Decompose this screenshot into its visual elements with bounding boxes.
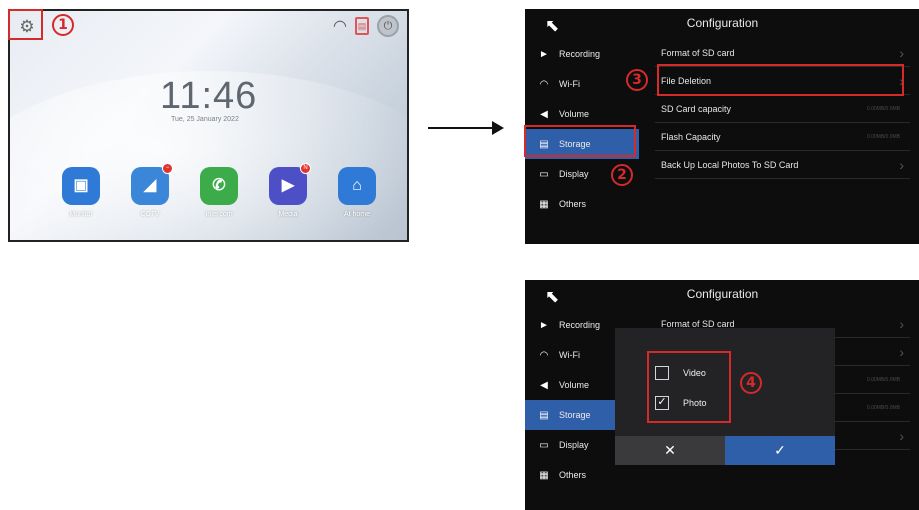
- sidebar-item-recording[interactable]: ► Recording: [525, 39, 639, 69]
- home-icon: ⌂: [338, 167, 376, 205]
- chevron-right-icon: ›: [899, 156, 904, 173]
- sidebar-item-label: Others: [559, 470, 587, 480]
- sidebar-item-label: Wi-Fi: [559, 350, 580, 360]
- clock-date: Tue, 25 January 2022: [171, 116, 239, 123]
- phone-icon: ✆: [200, 167, 238, 205]
- highlight-file-deletion: [657, 64, 904, 96]
- app-monitor[interactable]: ▣ Monitor: [58, 167, 104, 218]
- display-icon: ▭: [539, 439, 549, 451]
- sidebar-item-label: Recording: [559, 320, 601, 330]
- volume-icon: ◀: [540, 108, 548, 120]
- capacity-value: 0.00MB/0.0MB: [866, 105, 900, 112]
- app-label: Monitor: [69, 211, 93, 218]
- step-marker-1: 1: [52, 14, 74, 36]
- page-title: Configuration: [686, 16, 759, 30]
- sidebar-item-label: Wi-Fi: [559, 79, 580, 89]
- step-marker-4: 4: [740, 372, 762, 394]
- app-media[interactable]: ▶ N Media: [265, 163, 311, 218]
- sidebar-item-label: Display: [559, 169, 589, 179]
- sidebar-item-label: Volume: [559, 380, 590, 390]
- highlight-storage: [524, 125, 636, 157]
- capacity-value: 0.00MB/0.0MB: [866, 376, 900, 383]
- highlight-gear: [8, 9, 43, 40]
- power-icon[interactable]: ⏻: [377, 15, 399, 37]
- app-label: Media: [278, 211, 298, 218]
- status-icons: ◠ ▤ ⏻: [333, 15, 399, 37]
- app-dock: ▣ Monitor ◢ − CCTV ✆ Intercom ▶ N Media …: [58, 163, 380, 218]
- sidebar-item-wifi[interactable]: ◠ Wi-Fi: [525, 69, 639, 99]
- flow-arrow: [428, 121, 504, 135]
- wifi-icon: ◠: [539, 78, 549, 90]
- confirm-button[interactable]: ✓: [725, 436, 835, 465]
- sidebar-item-label: Storage: [559, 410, 591, 420]
- page-title: Configuration: [686, 287, 759, 301]
- chevron-right-icon: ›: [899, 315, 904, 332]
- cancel-button[interactable]: ✕: [615, 436, 725, 465]
- sidebar-item-others[interactable]: ▦ Others: [525, 189, 639, 219]
- notification-badge: N: [300, 163, 311, 174]
- storage-settings-list: Format of SD card › File Deletion › SD Car…: [655, 39, 910, 179]
- capacity-value: 0.00MB/0.0MB: [866, 404, 900, 411]
- step-marker-2: 2: [611, 164, 633, 186]
- capacity-value: 0.00MB/0.0MB: [866, 133, 900, 140]
- monitor-icon: ▣: [62, 167, 100, 205]
- app-intercom[interactable]: ✆ Intercom: [196, 167, 242, 218]
- sidebar-item-label: Recording: [559, 49, 601, 59]
- row-label: SD Card capacity: [661, 103, 732, 114]
- storage-icon: ▤: [539, 409, 549, 421]
- row-backup-photos[interactable]: Back Up Local Photos To SD Card ›: [655, 151, 910, 179]
- home-screen: ⚙ ◠ ▤ ⏻ 11:46 Tue, 25 January 2022 ▣ Mon…: [8, 9, 409, 242]
- row-flash-capacity: Flash Capacity 0.00MB/0.0MB: [655, 123, 910, 151]
- others-icon: ▦: [539, 469, 549, 481]
- row-label: Flash Capacity: [661, 131, 721, 142]
- volume-icon: ◀: [540, 379, 548, 391]
- sidebar-item-label: Volume: [559, 109, 590, 119]
- clock-time: 11:46: [160, 75, 258, 117]
- step-marker-3: 3: [626, 69, 648, 91]
- row-sd-card-capacity: SD Card capacity 0.00MB/0.0MB: [655, 95, 910, 123]
- sidebar-item-label: Others: [559, 199, 587, 209]
- app-cctv[interactable]: ◢ − CCTV: [127, 163, 173, 218]
- row-format-sd-card[interactable]: Format of SD card ›: [655, 39, 910, 67]
- sidebar-item-label: Display: [559, 440, 589, 450]
- recording-icon: ►: [539, 319, 549, 331]
- display-icon: ▭: [539, 168, 549, 180]
- wifi-icon: ◠: [333, 18, 347, 35]
- row-label: Format of SD card: [661, 318, 735, 329]
- others-icon: ▦: [539, 198, 549, 210]
- wifi-icon: ◠: [539, 349, 549, 361]
- chevron-right-icon: ›: [899, 44, 904, 61]
- app-label: Intercom: [205, 211, 233, 218]
- row-label: Format of SD card: [661, 47, 735, 58]
- sd-card-icon: ▤: [355, 17, 369, 35]
- notification-badge: −: [162, 163, 173, 174]
- recording-icon: ►: [539, 48, 549, 60]
- app-at-home[interactable]: ⌂ At home: [334, 167, 380, 218]
- app-label: At home: [343, 211, 371, 218]
- highlight-options: [647, 351, 731, 423]
- chevron-right-icon: ›: [899, 343, 904, 360]
- app-label: CCTV: [140, 211, 160, 218]
- chevron-right-icon: ›: [899, 427, 904, 444]
- row-label: Back Up Local Photos To SD Card: [661, 159, 799, 170]
